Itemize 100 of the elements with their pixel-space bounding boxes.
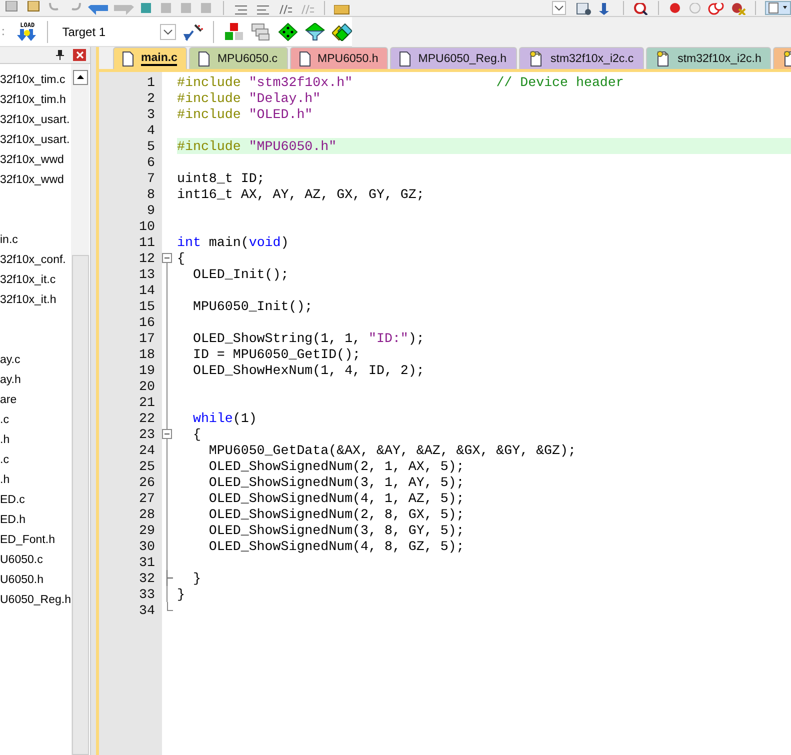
line-number: 15 — [138, 298, 156, 314]
line-number: 22 — [138, 410, 156, 426]
tree-item[interactable]: ED_Font.h — [0, 530, 55, 550]
line-number: 27 — [138, 490, 156, 506]
tree-item[interactable]: in.c — [0, 230, 18, 250]
bookmark-icon[interactable] — [140, 3, 154, 15]
code-line: { — [192, 426, 201, 442]
line-number: 4 — [146, 122, 156, 138]
document-gear-icon[interactable] — [576, 3, 592, 15]
line-number: 2 — [146, 90, 156, 106]
pin-icon[interactable] — [55, 50, 65, 60]
tree-item[interactable]: 32f10x_tim.h — [0, 90, 66, 110]
code-line: MPU6050_GetData(&AX, &AY, &AZ, &GX, &GY, &GZ); — [208, 442, 576, 458]
line-number: 13 — [138, 266, 156, 282]
tree-item[interactable]: 32f10x_tim.c — [0, 70, 66, 90]
breakpoint-icon[interactable] — [730, 3, 746, 15]
line-number: 16 — [138, 314, 156, 330]
breakpoint-icon[interactable] — [708, 3, 724, 15]
tree-item[interactable]: 32f10x_wwd — [0, 150, 64, 170]
line-number: 8 — [146, 186, 156, 202]
line-number: 14 — [138, 282, 156, 298]
line-number: 33 — [138, 586, 156, 602]
code-line: MPU6050_Init(); — [192, 298, 313, 314]
line-number: 1 — [146, 74, 156, 90]
line-number: 26 — [138, 474, 156, 490]
tree-item[interactable]: 32f10x_usart. — [0, 110, 70, 130]
components-icon[interactable] — [224, 22, 244, 40]
window-layout-icon[interactable] — [765, 1, 791, 15]
tree-item[interactable]: U6050.c — [0, 550, 43, 570]
line-number: 5 — [146, 138, 156, 154]
scrollbar[interactable] — [71, 64, 89, 755]
tree-item[interactable]: 32f10x_wwd — [0, 170, 64, 190]
line-number: 32 — [138, 570, 156, 586]
scroll-thumb[interactable] — [72, 255, 88, 755]
file-tab[interactable]: MPU6050.c — [189, 47, 288, 69]
line-number: 10 — [138, 218, 156, 234]
diamond-stack-icon[interactable] — [332, 22, 352, 40]
tree-item[interactable]: ay.h — [0, 370, 21, 390]
file-tab[interactable]: main.c — [113, 47, 188, 69]
code-line: OLED_ShowSignedNum(4, 8, GZ, 5); — [208, 538, 464, 554]
code-line: OLED_ShowHexNum(1, 4, ID, 2); — [192, 362, 424, 378]
stacked-windows-icon[interactable] — [251, 22, 271, 40]
line-number: 31 — [138, 554, 156, 570]
code-line: while(1) — [192, 410, 257, 426]
code-line: OLED_ShowSignedNum(3, 8, GY, 5); — [208, 522, 464, 538]
code-line: int main(void) — [177, 234, 289, 250]
file-tab[interactable]: MPU6050.h — [290, 47, 388, 69]
diamond-icon[interactable] — [278, 22, 298, 40]
tree-item[interactable]: U6050_Reg.h — [0, 590, 71, 610]
code-line: OLED_ShowSignedNum(3, 1, AY, 5); — [208, 474, 464, 490]
code-line: int16_t AX, AY, AZ, GX, GY, GZ; — [177, 186, 424, 202]
file-tab[interactable]: stm32f10x_i2c.h — [646, 47, 772, 69]
tree-item[interactable]: ED.c — [0, 490, 25, 510]
line-number: 18 — [138, 346, 156, 362]
collapse-icon[interactable] — [162, 426, 173, 442]
line-number: 3 — [146, 106, 156, 122]
tree-item[interactable]: 32f10x_usart. — [0, 130, 70, 150]
code-line: OLED_ShowSignedNum(2, 8, GX, 5); — [208, 506, 464, 522]
breakpoint-icon[interactable] — [668, 3, 682, 15]
tree-item[interactable]: 32f10x_it.c — [0, 270, 56, 290]
tree-item[interactable]: .c — [0, 410, 9, 430]
download-arrows-icon — [17, 29, 38, 41]
line-number: 23 — [138, 426, 156, 442]
tree-item[interactable]: .h — [0, 430, 10, 450]
tree-item[interactable]: ay.c — [0, 350, 20, 370]
collapse-icon[interactable] — [162, 250, 173, 266]
code-line: ID = MPU6050_GetID(); — [192, 346, 361, 362]
magnifier-icon[interactable] — [633, 3, 649, 15]
close-icon — [76, 51, 84, 59]
code-line: #include "Delay.h" — [177, 90, 321, 106]
indent-icon[interactable] — [233, 5, 249, 15]
line-number: 25 — [138, 458, 156, 474]
tree-item[interactable]: .h — [0, 470, 10, 490]
tree-item[interactable]: 32f10x_conf. — [0, 250, 66, 270]
code-line: #include "OLED.h" — [177, 106, 313, 122]
file-tab[interactable]: stm32f10x_i2c.c — [518, 47, 644, 69]
code-line: uint8_t ID; — [177, 170, 265, 186]
close-button[interactable] — [73, 49, 86, 61]
tree-item[interactable]: are — [0, 390, 17, 410]
file-tab[interactable]: MPU6050_Reg.h — [390, 47, 516, 69]
line-number: 12 — [138, 250, 156, 266]
code-line: #include "MPU6050.h" — [177, 138, 337, 154]
comment-icon[interactable] — [277, 5, 293, 15]
target-dropdown[interactable]: Target 1 — [58, 24, 176, 40]
tree-item[interactable]: 32f10x_it.h — [0, 290, 56, 310]
line-number: 7 — [146, 170, 156, 186]
fold-guide-line — [166, 586, 168, 602]
code-line: OLED_Init(); — [192, 266, 289, 282]
tree-item[interactable]: .c — [0, 450, 9, 470]
magic-wand-icon[interactable] — [183, 22, 204, 40]
back-arrow-icon[interactable] — [88, 5, 108, 15]
tree-item[interactable]: U6050.h — [0, 570, 44, 590]
code-line: OLED_ShowString(1, 1, "ID:"); — [192, 330, 424, 346]
folder-icon[interactable] — [334, 5, 350, 15]
line-number: 24 — [138, 442, 156, 458]
outdent-icon[interactable] — [255, 5, 271, 15]
line-number: 19 — [138, 362, 156, 378]
tree-item[interactable]: ED.h — [0, 510, 26, 530]
line-number: 9 — [146, 202, 156, 218]
funnel-icon[interactable] — [305, 22, 325, 40]
